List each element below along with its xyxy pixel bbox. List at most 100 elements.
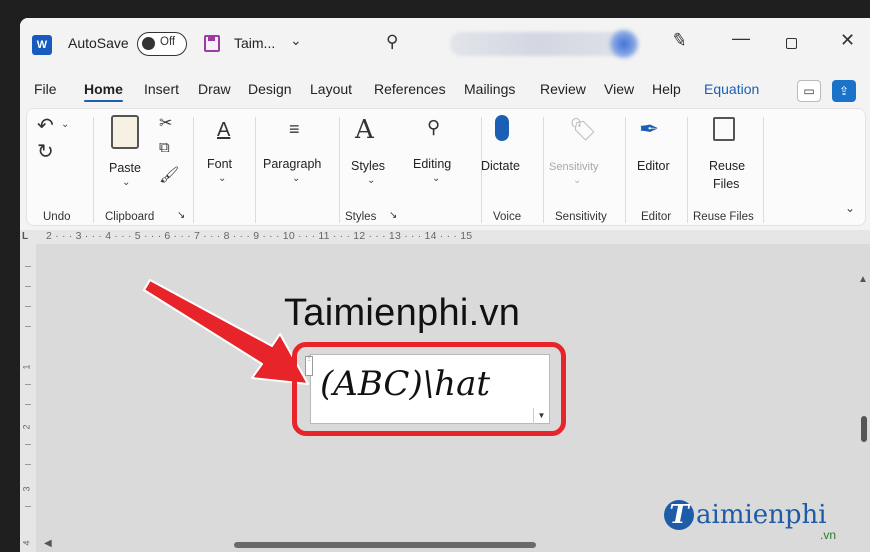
editing-dropdown-icon[interactable]: ⌄ — [432, 173, 440, 184]
separator — [255, 117, 256, 223]
editor-label[interactable]: Editor — [637, 159, 670, 173]
ruler-tick — [25, 286, 31, 287]
editor-icon[interactable]: ✒ — [639, 115, 659, 144]
tab-draw[interactable]: Draw — [198, 81, 231, 97]
word-logo-icon: W — [32, 35, 52, 55]
equation-options-button[interactable]: ▼ — [533, 408, 549, 424]
ruler-number: 1 — [21, 364, 32, 370]
copy-icon[interactable]: ⧉ — [159, 139, 170, 156]
document-heading[interactable]: Taimienphi.vn — [284, 292, 520, 335]
equation-handle[interactable]: ⋮ — [305, 356, 313, 376]
tab-home[interactable]: Home — [84, 81, 123, 102]
ruler-tick — [25, 266, 31, 267]
maximize-button[interactable] — [786, 38, 797, 49]
undo-dropdown-icon[interactable]: ⌄ — [61, 119, 69, 130]
paragraph-label[interactable]: Paragraph — [263, 157, 321, 171]
group-clipboard: Clipboard — [105, 211, 155, 223]
paste-dropdown-icon[interactable]: ⌄ — [122, 177, 130, 188]
tab-review[interactable]: Review — [540, 81, 586, 97]
font-icon[interactable]: A — [217, 119, 230, 142]
minimize-button[interactable]: — — [732, 28, 750, 49]
ribbon-collapse-icon[interactable]: ⌄ — [845, 201, 855, 215]
files-label[interactable]: Files — [713, 177, 739, 191]
separator — [193, 117, 194, 223]
reuse-files-icon[interactable] — [713, 117, 735, 141]
paragraph-dropdown-icon[interactable]: ⌄ — [292, 173, 300, 184]
horizontal-scrollbar-thumb[interactable] — [234, 542, 536, 548]
ribbon-tabs: File Home Insert Draw Design Layout Refe… — [20, 74, 870, 104]
editing-label[interactable]: Editing — [413, 157, 451, 171]
separator — [763, 117, 764, 223]
chevron-down-icon[interactable]: ⌄ — [290, 32, 302, 49]
comment-button[interactable]: ▭ — [797, 80, 821, 102]
share-button[interactable]: ⇪ — [832, 80, 856, 102]
pen-icon[interactable]: ✎ — [670, 29, 688, 52]
toggle-knob — [142, 37, 155, 50]
separator — [625, 117, 626, 223]
horizontal-scrollbar[interactable]: ◀ — [44, 538, 870, 552]
document-area[interactable]: 1 2 3 4 Taimienphi.vn ⋮ (ABC)\hat ▼ ▲ ◀ … — [20, 244, 870, 552]
paragraph-icon[interactable]: ≡ — [289, 119, 300, 140]
styles-dropdown-icon[interactable]: ⌄ — [367, 175, 375, 186]
separator — [687, 117, 688, 223]
cut-icon[interactable]: ✂ — [159, 113, 172, 133]
tab-design[interactable]: Design — [248, 81, 292, 97]
tab-references[interactable]: References — [374, 81, 446, 97]
avatar[interactable] — [610, 30, 638, 58]
tab-equation[interactable]: Equation — [704, 81, 759, 97]
group-sensitivity: Sensitivity — [555, 211, 607, 223]
reuse-label[interactable]: Reuse — [709, 159, 745, 173]
font-dropdown-icon[interactable]: ⌄ — [218, 173, 226, 184]
group-styles: Styles — [345, 211, 377, 223]
word-window: W AutoSave Off Taim... ⌄ ⚲ ✎ — ✕ File Ho… — [20, 18, 870, 552]
close-button[interactable]: ✕ — [840, 30, 855, 51]
equation-text[interactable]: (ABC)\hat — [320, 364, 490, 404]
autosave-state: Off — [160, 36, 176, 48]
ruler-tick — [25, 444, 31, 445]
undo-icon[interactable]: ↶ — [37, 113, 54, 138]
dialog-launcher-icon[interactable]: ↘ — [177, 210, 185, 221]
autosave-toggle[interactable]: Off — [137, 32, 187, 56]
format-painter-icon[interactable]: 🖌 — [159, 165, 179, 185]
styles-label[interactable]: Styles — [351, 159, 385, 173]
dictate-label[interactable]: Dictate — [481, 159, 520, 173]
tab-layout[interactable]: Layout — [310, 81, 352, 97]
tab-file[interactable]: File — [34, 81, 57, 97]
search-icon[interactable]: ⚲ — [386, 32, 398, 52]
separator — [543, 117, 544, 223]
watermark-suffix: .vn — [820, 528, 837, 542]
tab-insert[interactable]: Insert — [144, 81, 179, 97]
dialog-launcher-icon[interactable]: ↘ — [389, 210, 397, 221]
vertical-scrollbar-thumb[interactable] — [861, 416, 867, 442]
redo-icon[interactable]: ↻ — [37, 139, 54, 164]
group-undo: Undo — [43, 211, 71, 223]
tab-stop-icon[interactable]: L — [22, 231, 28, 242]
horizontal-ruler[interactable]: L 2 · · · 3 · · · 4 · · · 5 · · · 6 · · … — [20, 230, 870, 244]
separator — [93, 117, 94, 223]
styles-icon[interactable]: A — [355, 115, 374, 145]
ruler-tick — [25, 464, 31, 465]
tab-view[interactable]: View — [604, 81, 634, 97]
title-bar: W AutoSave Off Taim... ⌄ ⚲ ✎ — ✕ — [20, 18, 870, 70]
account-bar[interactable] — [450, 32, 630, 56]
tab-help[interactable]: Help — [652, 81, 681, 97]
font-label[interactable]: Font — [207, 157, 232, 171]
ribbon: ↶ ⌄ ↻ Undo Paste ⌄ ✂ ⧉ 🖌 Clipboard ↘ A F… — [26, 108, 866, 226]
find-icon[interactable]: ⚲ — [427, 117, 440, 138]
paste-label[interactable]: Paste — [109, 161, 141, 175]
vertical-ruler[interactable]: 1 2 3 4 — [20, 244, 36, 552]
scroll-left-icon[interactable]: ◀ — [44, 538, 52, 549]
save-icon[interactable] — [204, 35, 220, 52]
document-name[interactable]: Taim... — [234, 35, 275, 51]
ruler-number: 3 — [21, 486, 32, 492]
ruler-scale: 2 · · · 3 · · · 4 · · · 5 · · · 6 · · · … — [46, 230, 473, 242]
autosave-label: AutoSave — [68, 35, 129, 51]
microphone-icon[interactable] — [495, 115, 509, 141]
ruler-number: 2 — [21, 424, 32, 430]
ruler-tick — [25, 506, 31, 507]
group-reuse-files: Reuse Files — [693, 211, 754, 223]
watermark-logo: Taimienphi — [664, 500, 827, 530]
paste-icon[interactable] — [111, 115, 139, 149]
scroll-up-icon[interactable]: ▲ — [858, 274, 868, 285]
tab-mailings[interactable]: Mailings — [464, 81, 515, 97]
